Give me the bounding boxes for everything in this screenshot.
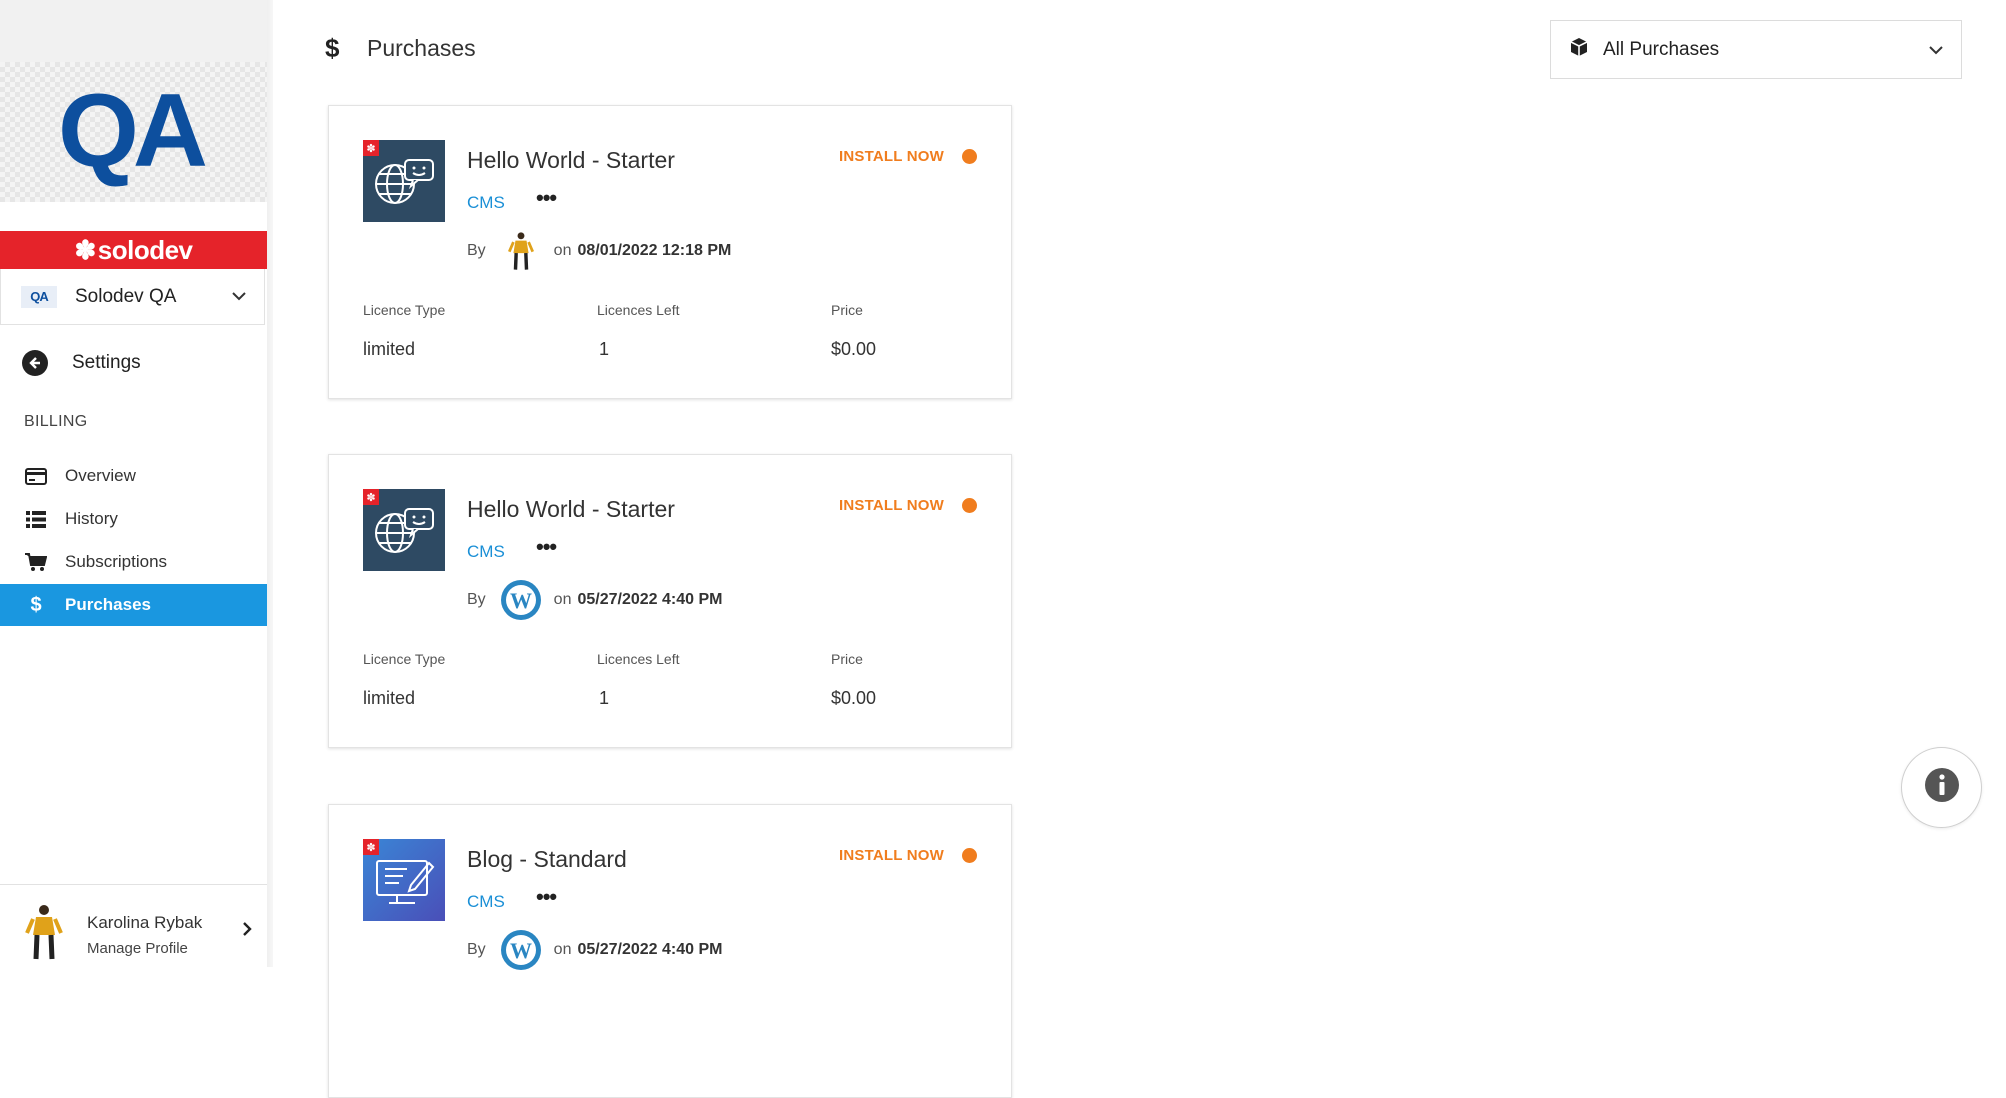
cart-icon bbox=[24, 552, 48, 572]
category-link[interactable]: CMS bbox=[467, 542, 505, 562]
svg-text:QA: QA bbox=[58, 74, 206, 189]
on-label: on bbox=[553, 242, 572, 259]
purchase-byline: By on 08/01/2022 12:18 PM bbox=[467, 230, 731, 272]
licence-type-label: Licence Type bbox=[363, 651, 446, 667]
licence-type-value: limited bbox=[363, 339, 416, 359]
product-title: Blog - Standard bbox=[467, 846, 627, 872]
product-title: Hello World - Starter bbox=[467, 496, 675, 522]
chevron-right-icon bbox=[241, 921, 253, 942]
settings-label: Settings bbox=[72, 352, 141, 373]
svg-text:W: W bbox=[510, 938, 532, 963]
organization-select[interactable]: QA Solodev QA bbox=[0, 269, 265, 325]
globe-chat-icon: ✽ bbox=[363, 489, 445, 571]
sidebar-item-label: History bbox=[65, 509, 118, 528]
install-now-button[interactable]: INSTALL NOW bbox=[839, 497, 977, 514]
profile-section[interactable]: Karolina Rybak Manage Profile bbox=[0, 884, 267, 967]
price-value: $0.00 bbox=[831, 688, 877, 708]
install-now-button[interactable]: INSTALL NOW bbox=[839, 148, 977, 165]
install-label: INSTALL NOW bbox=[839, 497, 944, 514]
list-icon bbox=[24, 509, 48, 529]
sidebar-item-label: Overview bbox=[65, 466, 136, 485]
sidebar-divider bbox=[267, 0, 273, 967]
dollar-icon: $ bbox=[30, 593, 42, 616]
sidebar: QA ✽ solodev QA Solodev QA Settings BILL… bbox=[0, 0, 267, 967]
chevron-down-icon bbox=[1927, 41, 1945, 64]
filter-label: All Purchases bbox=[1603, 38, 1720, 60]
info-icon bbox=[1924, 767, 1960, 808]
info-button[interactable] bbox=[1901, 747, 1982, 828]
by-label: By bbox=[467, 591, 486, 608]
purchase-card[interactable]: ✽ Hello World - Starter CMS ••• INSTALL … bbox=[328, 105, 1012, 399]
wordpress-logo: W bbox=[500, 579, 542, 621]
sidebar-item-subscriptions[interactable]: Subscriptions bbox=[0, 541, 267, 583]
sidebar-item-purchases[interactable]: $ Purchases bbox=[0, 584, 267, 626]
blog-monitor-icon: ✽ bbox=[363, 839, 445, 921]
settings-back-link[interactable]: Settings bbox=[22, 350, 141, 376]
solodev-flower-icon: ✽ bbox=[74, 234, 96, 265]
licence-type-value: limited bbox=[363, 688, 416, 708]
by-label: By bbox=[467, 941, 486, 958]
brand-bar: ✽ solodev bbox=[0, 231, 267, 269]
purchase-date: 05/27/2022 4:40 PM bbox=[577, 591, 723, 608]
purchase-date: 05/27/2022 4:40 PM bbox=[577, 941, 723, 958]
install-label: INSTALL NOW bbox=[839, 847, 944, 864]
manage-profile-link[interactable]: Manage Profile bbox=[87, 940, 188, 957]
licences-left-label: Licences Left bbox=[597, 651, 680, 667]
qa-logo: QA bbox=[58, 74, 208, 189]
person-avatar bbox=[500, 230, 542, 272]
avatar bbox=[24, 903, 64, 966]
category-link[interactable]: CMS bbox=[467, 193, 505, 213]
page-title: Purchases bbox=[367, 35, 476, 61]
more-options-button[interactable]: ••• bbox=[536, 534, 557, 560]
purchase-card[interactable]: ✽ Hello World - Starter CMS ••• INSTALL … bbox=[328, 454, 1012, 748]
price-value: $0.00 bbox=[831, 339, 877, 359]
product-title: Hello World - Starter bbox=[467, 147, 675, 173]
on-label: on bbox=[553, 591, 572, 608]
sidebar-item-label: Purchases bbox=[65, 595, 151, 614]
box-icon bbox=[1569, 37, 1589, 62]
purchase-card[interactable]: ✽ Blog - Standard CMS ••• INSTALL NOW By… bbox=[328, 804, 1012, 1098]
solodev-flower-icon: ✽ bbox=[363, 140, 379, 156]
globe-chat-icon: ✽ bbox=[363, 140, 445, 222]
licence-type-label: Licence Type bbox=[363, 302, 446, 318]
chevron-down-icon bbox=[230, 287, 248, 310]
licences-left-value: 1 bbox=[599, 339, 610, 359]
purchase-byline: By W on 05/27/2022 4:40 PM bbox=[467, 579, 722, 621]
credit-card-icon bbox=[24, 466, 48, 486]
logo-area[interactable]: QA bbox=[0, 62, 267, 202]
licences-left-label: Licences Left bbox=[597, 302, 680, 318]
org-name: Solodev QA bbox=[75, 285, 177, 307]
install-label: INSTALL NOW bbox=[839, 148, 944, 165]
category-link[interactable]: CMS bbox=[467, 892, 505, 912]
status-dot bbox=[962, 848, 977, 863]
svg-text:W: W bbox=[510, 588, 532, 613]
sidebar-top-strip bbox=[0, 0, 267, 62]
sidebar-item-label: Subscriptions bbox=[65, 552, 168, 571]
dollar-icon: $ bbox=[325, 33, 340, 63]
solodev-flower-icon: ✽ bbox=[363, 839, 379, 855]
status-dot bbox=[962, 149, 977, 164]
purchase-date: 08/01/2022 12:18 PM bbox=[577, 242, 732, 259]
billing-section-title: BILLING bbox=[24, 413, 88, 430]
page-header: $ Purchases bbox=[325, 33, 476, 64]
org-badge: QA bbox=[21, 285, 57, 308]
back-arrow-icon bbox=[22, 350, 48, 376]
wordpress-logo: W bbox=[500, 929, 542, 971]
sidebar-item-history[interactable]: History bbox=[0, 498, 267, 540]
brand-name: solodev bbox=[97, 234, 193, 265]
by-label: By bbox=[467, 242, 486, 259]
install-now-button[interactable]: INSTALL NOW bbox=[839, 847, 977, 864]
purchase-byline: By W on 05/27/2022 4:40 PM bbox=[467, 929, 722, 971]
on-label: on bbox=[553, 941, 572, 958]
profile-name: Karolina Rybak bbox=[87, 913, 203, 932]
price-label: Price bbox=[831, 302, 863, 318]
status-dot bbox=[962, 498, 977, 513]
licences-left-value: 1 bbox=[599, 688, 610, 708]
solodev-flower-icon: ✽ bbox=[363, 489, 379, 505]
price-label: Price bbox=[831, 651, 863, 667]
purchase-filter-select[interactable]: All Purchases bbox=[1550, 20, 1962, 79]
more-options-button[interactable]: ••• bbox=[536, 884, 557, 910]
more-options-button[interactable]: ••• bbox=[536, 185, 557, 211]
sidebar-item-overview[interactable]: Overview bbox=[0, 455, 267, 497]
